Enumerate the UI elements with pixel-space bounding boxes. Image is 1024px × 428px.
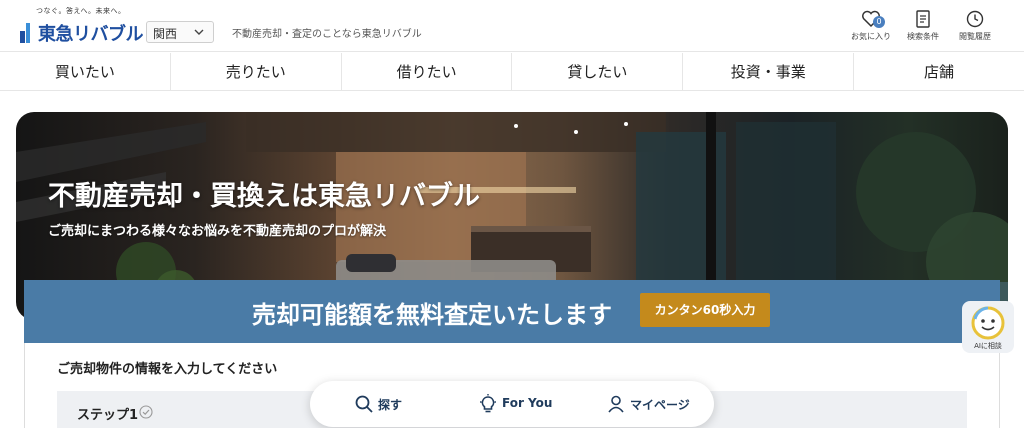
- nav-item-store[interactable]: 店舗: [854, 53, 1024, 90]
- favorites-count-badge: 0: [873, 16, 885, 28]
- main-nav: 買いたい 売りたい 借りたい 貸したい 投資・事業 店舗: [0, 53, 1024, 91]
- history-button[interactable]: 閲覧履歴: [950, 10, 1000, 46]
- mypage-nav-label: マイページ: [630, 398, 690, 412]
- nav-item-sell[interactable]: 売りたい: [171, 53, 342, 90]
- person-icon: [608, 395, 624, 413]
- nav-item-buy[interactable]: 買いたい: [0, 53, 171, 90]
- quick-input-button[interactable]: カンタン60秒入力: [640, 293, 770, 327]
- search-nav-label: 探す: [378, 398, 403, 412]
- favorites-label: お気に入り: [851, 32, 891, 41]
- assessment-banner: 売却可能額を無料査定いたします カンタン60秒入力: [24, 280, 1000, 343]
- favorites-button[interactable]: 0 お気に入り: [846, 10, 896, 46]
- logo-tagline: つなぐ。答えへ。未来へ。: [36, 7, 126, 15]
- header-tagline: 不動産売却・査定のことなら東急リバブル: [232, 29, 422, 40]
- region-select[interactable]: 関西: [146, 21, 214, 43]
- hero-subtitle: ご売却にまつわる様々なお悩みを不動産売却のプロが解決: [48, 224, 387, 239]
- for-you-nav-label: For You: [502, 396, 553, 410]
- document-icon: [916, 10, 930, 28]
- search-conditions-label: 検索条件: [907, 32, 939, 41]
- lightbulb-icon: [480, 394, 496, 413]
- ai-assistant-button[interactable]: AIに相談: [962, 301, 1014, 353]
- logo-mark-icon: [20, 23, 30, 43]
- assessment-banner-text: 売却可能額を無料査定いたします: [252, 301, 612, 329]
- clock-icon: [966, 10, 984, 28]
- ai-assistant-label: AIに相談: [974, 342, 1002, 350]
- logo[interactable]: つなぐ。答えへ。未来へ。 東急リバブル: [20, 6, 144, 46]
- form-heading: ご売却物件の情報を入力してください: [57, 362, 278, 377]
- search-icon: [355, 395, 373, 413]
- floating-bottom-nav: 探す For You マイページ: [310, 381, 714, 427]
- site-header: つなぐ。答えへ。未来へ。 東急リバブル 関西 不動産売却・査定のことなら東急リバ…: [0, 0, 1024, 52]
- step-label: ステップ1: [77, 408, 139, 423]
- search-conditions-button[interactable]: 検索条件: [898, 10, 948, 46]
- nav-item-rent[interactable]: 借りたい: [342, 53, 513, 90]
- region-selected-value: 関西: [153, 27, 178, 41]
- chevron-down-icon: [194, 29, 204, 35]
- nav-item-lease[interactable]: 貸したい: [512, 53, 684, 90]
- nav-item-investment[interactable]: 投資・事業: [683, 53, 855, 90]
- check-circle-icon: [139, 405, 153, 419]
- hero-title: 不動産売却・買換えは東急リバブル: [48, 181, 480, 212]
- smiley-icon: [971, 306, 1005, 340]
- history-label: 閲覧履歴: [959, 32, 991, 41]
- logo-text: 東急リバブル: [38, 24, 144, 45]
